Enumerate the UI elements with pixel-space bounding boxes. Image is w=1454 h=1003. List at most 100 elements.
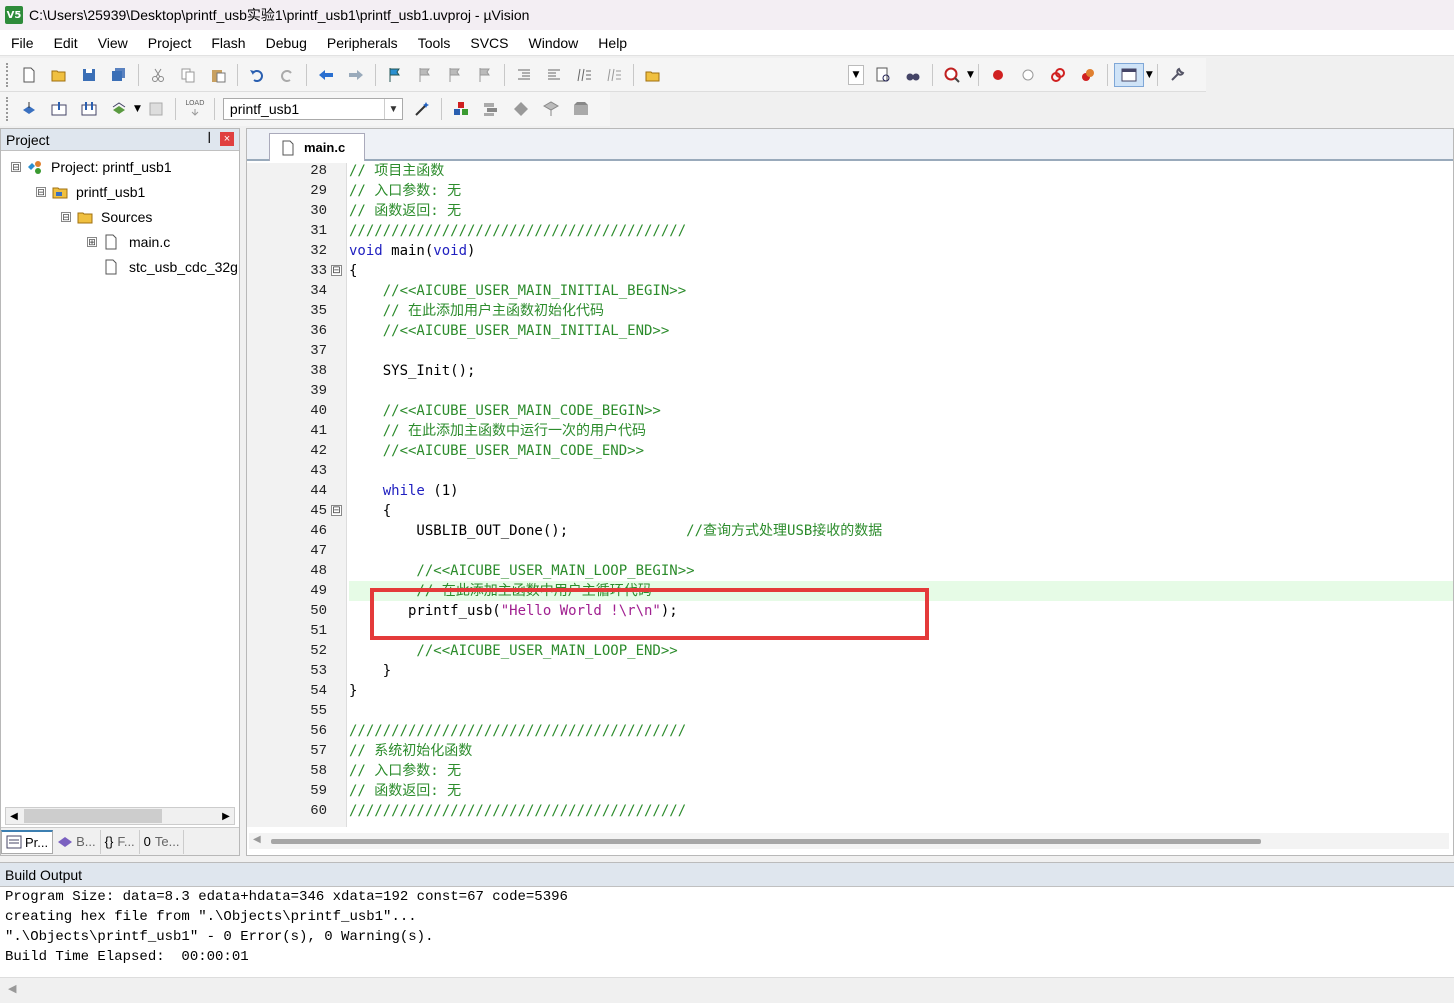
- code-line[interactable]: 42 //<<AICUBE_USER_MAIN_CODE_END>>: [247, 441, 1453, 461]
- code-line[interactable]: 36 //<<AICUBE_USER_MAIN_INITIAL_END>>: [247, 321, 1453, 341]
- code-line[interactable]: 55: [247, 701, 1453, 721]
- select-software-packs-button[interactable]: [478, 97, 504, 121]
- copy-button[interactable]: [175, 63, 201, 87]
- code-line[interactable]: 28 // 项目主函数: [247, 161, 1453, 181]
- fold-toggle-icon[interactable]: ⊟: [331, 265, 342, 276]
- scrollbar-thumb[interactable]: [271, 839, 1261, 844]
- configure-button[interactable]: [1164, 63, 1190, 87]
- save-button[interactable]: [76, 63, 102, 87]
- scroll-left-icon[interactable]: ◀: [6, 808, 22, 824]
- code-line[interactable]: 47: [247, 541, 1453, 561]
- indent-button[interactable]: [511, 63, 537, 87]
- comment-button[interactable]: [571, 63, 597, 87]
- disable-all-breakpoints-button[interactable]: [1045, 63, 1071, 87]
- clear-bookmarks-button[interactable]: [472, 63, 498, 87]
- tab-functions[interactable]: {} F...: [101, 829, 140, 854]
- menu-help[interactable]: Help: [587, 35, 636, 51]
- collapse-icon[interactable]: ⊟: [36, 187, 46, 197]
- tab-templates[interactable]: 0 Te...: [140, 829, 185, 854]
- code-line[interactable]: 59 // 函数返回: 无: [247, 781, 1453, 801]
- unindent-button[interactable]: [541, 63, 567, 87]
- code-line[interactable]: 56 //////////////////////////////////////…: [247, 721, 1453, 741]
- code-line[interactable]: 54}: [247, 681, 1453, 701]
- tab-books[interactable]: B...: [53, 829, 101, 854]
- find-button[interactable]: [870, 63, 896, 87]
- code-line[interactable]: 57 // 系统初始化函数: [247, 741, 1453, 761]
- navigate-forward-button[interactable]: [343, 63, 369, 87]
- batch-dropdown-arrow[interactable]: ▼: [134, 104, 141, 114]
- code-line[interactable]: 30 // 函数返回: 无: [247, 201, 1453, 221]
- toolbar-grip[interactable]: [6, 62, 10, 87]
- menu-edit[interactable]: Edit: [43, 35, 87, 51]
- redo-button[interactable]: [274, 63, 300, 87]
- scroll-left-icon[interactable]: ◀: [253, 834, 261, 845]
- menu-file[interactable]: File: [0, 35, 43, 51]
- code-line[interactable]: 45 ⊟ {: [247, 501, 1453, 521]
- kill-all-breakpoints-button[interactable]: [1075, 63, 1101, 87]
- layout-dropdown-arrow[interactable]: ▼: [1146, 70, 1153, 80]
- uncomment-button[interactable]: [601, 63, 627, 87]
- insert-breakpoint-button[interactable]: [985, 63, 1011, 87]
- code-line[interactable]: 40 //<<AICUBE_USER_MAIN_CODE_BEGIN>>: [247, 401, 1453, 421]
- cut-button[interactable]: [145, 63, 171, 87]
- chevron-down-icon[interactable]: ▼: [383, 99, 402, 119]
- undo-button[interactable]: [244, 63, 270, 87]
- menu-window[interactable]: Window: [518, 35, 588, 51]
- target-options-button[interactable]: [409, 97, 435, 121]
- batch-build-button[interactable]: [106, 97, 132, 121]
- project-tree-scrollbar[interactable]: ◀ ▶: [5, 807, 235, 825]
- fold-toggle-icon[interactable]: ⊟: [331, 505, 342, 516]
- code-line[interactable]: 43: [247, 461, 1453, 481]
- pack-installer-button[interactable]: [538, 97, 564, 121]
- menu-project[interactable]: Project: [137, 35, 201, 51]
- menu-svcs[interactable]: SVCS: [459, 35, 517, 51]
- find-dropdown-arrow[interactable]: ▼: [848, 64, 864, 85]
- tree-item-lib-file[interactable]: stc_usb_cdc_32g: [103, 255, 238, 279]
- pin-icon[interactable]: ꟾ: [207, 132, 211, 146]
- expand-icon[interactable]: ⊞: [87, 237, 97, 247]
- rebuild-button[interactable]: [76, 97, 102, 121]
- code-line[interactable]: 33 ⊟ {: [247, 261, 1453, 281]
- code-line[interactable]: 35 // 在此添加用户主函数初始化代码: [247, 301, 1453, 321]
- new-file-button[interactable]: [16, 63, 42, 87]
- code-line[interactable]: 44 while (1): [247, 481, 1453, 501]
- build-output-scrollbar[interactable]: ◀: [0, 977, 1454, 1003]
- next-bookmark-button[interactable]: [442, 63, 468, 87]
- code-line[interactable]: 31 //////////////////////////////////////…: [247, 221, 1453, 241]
- close-icon[interactable]: ×: [220, 132, 234, 146]
- code-line[interactable]: 48 //<<AICUBE_USER_MAIN_LOOP_BEGIN>>: [247, 561, 1453, 581]
- collapse-icon[interactable]: ⊟: [61, 212, 71, 222]
- editor-horizontal-scrollbar[interactable]: ◀: [249, 833, 1449, 849]
- scroll-left-icon[interactable]: ◀: [8, 982, 16, 995]
- menu-tools[interactable]: Tools: [407, 35, 460, 51]
- menu-flash[interactable]: Flash: [200, 35, 254, 51]
- code-line[interactable]: 34 //<<AICUBE_USER_MAIN_INITIAL_BEGIN>>: [247, 281, 1453, 301]
- code-line[interactable]: 32 void main(void): [247, 241, 1453, 261]
- disable-breakpoint-button[interactable]: [1015, 63, 1041, 87]
- tab-project[interactable]: Pr...: [1, 829, 54, 854]
- find-in-files-button[interactable]: [640, 63, 666, 87]
- tree-item-sources-group[interactable]: ⊟ Sources: [61, 205, 152, 229]
- paste-button[interactable]: [205, 63, 231, 87]
- tree-item-target[interactable]: ⊟ printf_usb1: [36, 180, 145, 204]
- code-line[interactable]: 53 }: [247, 661, 1453, 681]
- start-debug-button[interactable]: [939, 63, 965, 87]
- menu-view[interactable]: View: [87, 35, 137, 51]
- code-line[interactable]: 38 SYS_Init();: [247, 361, 1453, 381]
- translate-button[interactable]: [16, 97, 42, 121]
- debug-dropdown-arrow[interactable]: ▼: [967, 70, 974, 80]
- incremental-find-button[interactable]: [900, 63, 926, 87]
- toolbar-grip[interactable]: [6, 97, 10, 121]
- code-line[interactable]: 41 // 在此添加主函数中运行一次的用户代码: [247, 421, 1453, 441]
- code-line[interactable]: 52 //<<AICUBE_USER_MAIN_LOOP_END>>: [247, 641, 1453, 661]
- component-viewer-button[interactable]: [568, 97, 594, 121]
- target-select[interactable]: printf_usb1 ▼: [222, 98, 403, 120]
- insert-bookmark-button[interactable]: [382, 63, 408, 87]
- tab-main-c[interactable]: main.c: [269, 133, 365, 161]
- save-all-button[interactable]: [106, 63, 132, 87]
- open-file-button[interactable]: [46, 63, 72, 87]
- window-layout-button[interactable]: [1113, 62, 1144, 87]
- code-area[interactable]: 28 // 项目主函数 29 // 入口参数: 无 30 // 函数返回: 无 31 ////…: [247, 161, 1453, 827]
- download-button[interactable]: LOAD: [182, 97, 208, 121]
- manage-rte-button[interactable]: [508, 97, 534, 121]
